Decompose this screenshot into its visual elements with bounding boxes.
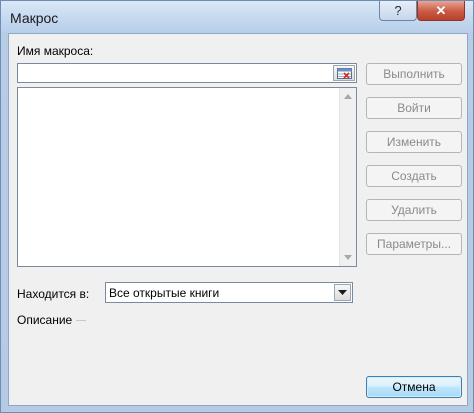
help-icon: ? (394, 3, 402, 18)
location-value: Все открытые книги (109, 286, 220, 300)
description-divider (76, 320, 86, 322)
location-dropdown-button[interactable] (334, 284, 351, 301)
macro-name-label: Имя макроса: (17, 44, 94, 58)
macro-list[interactable] (17, 87, 357, 267)
options-button[interactable]: Параметры... (366, 233, 462, 255)
description-label: Описание (17, 313, 73, 327)
delete-button[interactable]: Удалить (366, 199, 462, 221)
scroll-up-icon (344, 94, 352, 99)
create-button[interactable]: Создать (366, 165, 462, 187)
run-button[interactable]: Выполнить (366, 63, 462, 85)
edit-button[interactable]: Изменить (366, 131, 462, 153)
location-select[interactable]: Все открытые книги (105, 282, 353, 303)
cancel-button[interactable]: Отмена (366, 376, 462, 398)
macro-list-scrollbar[interactable] (339, 88, 356, 266)
dialog-title: Макрос (10, 10, 59, 26)
title-bar[interactable]: Макрос ? ✕ (1, 1, 473, 33)
macro-name-input[interactable] (20, 65, 320, 81)
range-select-icon (337, 68, 352, 79)
close-button[interactable]: ✕ (417, 1, 465, 21)
scroll-down-button[interactable] (340, 249, 356, 266)
scroll-down-icon (344, 255, 352, 260)
dialog-body: Имя макроса: Выполнить Войти Изменить Со… (8, 33, 468, 406)
help-button[interactable]: ? (379, 1, 417, 21)
macro-dialog: Макрос ? ✕ Имя макроса: Выполнить Войти … (0, 0, 474, 413)
range-select-button[interactable] (333, 65, 355, 81)
macro-name-field[interactable] (17, 63, 357, 83)
location-label: Находится в: (17, 287, 90, 301)
close-icon: ✕ (435, 2, 447, 18)
scroll-up-button[interactable] (340, 88, 356, 105)
chevron-down-icon (338, 290, 347, 295)
step-into-button[interactable]: Войти (366, 97, 462, 119)
